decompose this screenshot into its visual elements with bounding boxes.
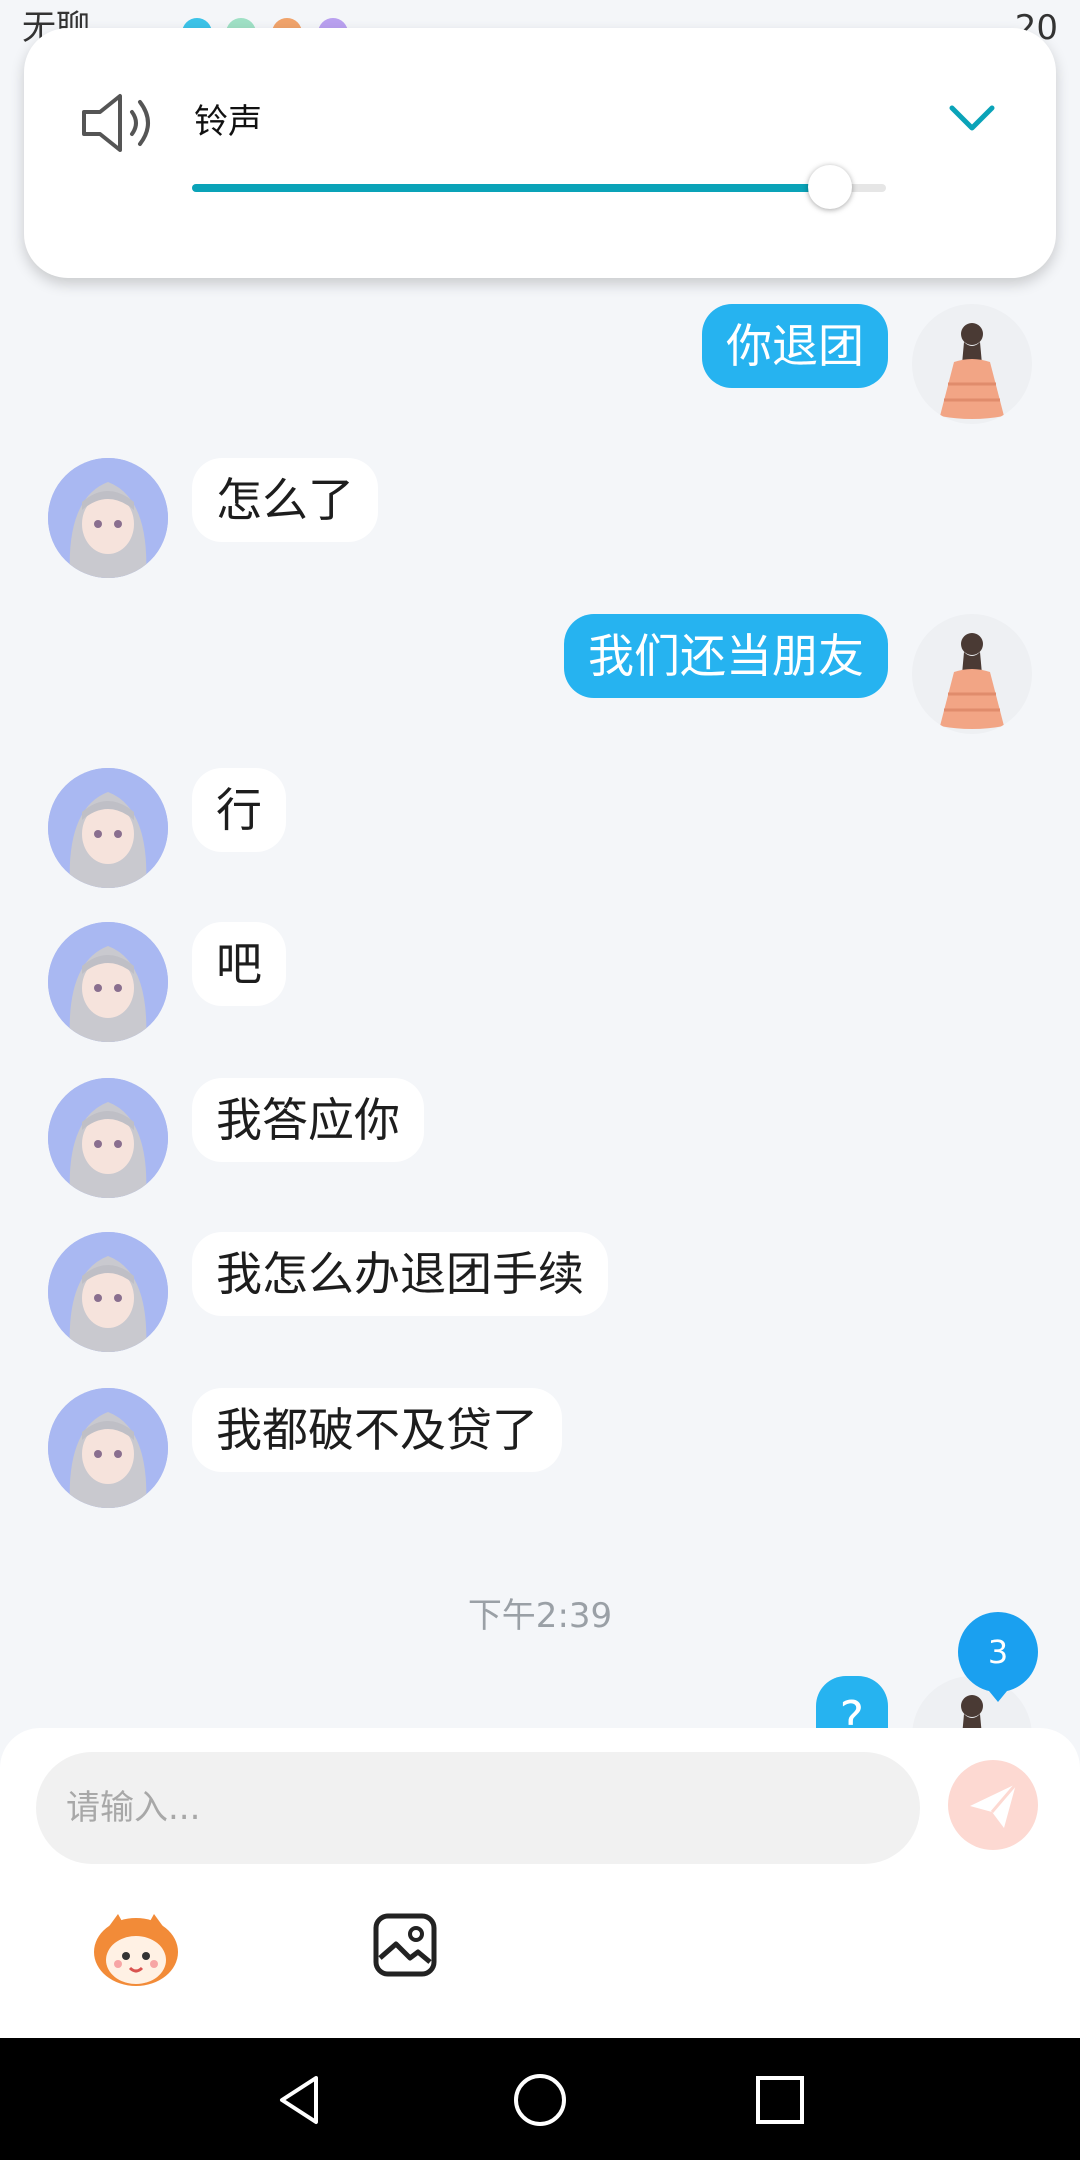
message-timestamp: 下午2:39 (467, 1596, 613, 1636)
volume-slider-thumb[interactable] (808, 165, 853, 209)
image-icon[interactable] (372, 1912, 438, 1978)
send-button[interactable] (948, 1760, 1038, 1850)
self-avatar-icon (940, 323, 1004, 419)
contact-avatar-icon (48, 1388, 168, 1508)
avatar[interactable] (48, 1078, 168, 1198)
avatar[interactable] (48, 922, 168, 1042)
message-bubble-outgoing[interactable]: 你退团 (702, 304, 888, 388)
volume-label: 铃声 (194, 102, 262, 142)
message-bubble-incoming[interactable]: 我都破不及贷了 (192, 1388, 562, 1472)
recents-icon[interactable] (752, 2072, 808, 2128)
contact-avatar-icon (48, 458, 168, 578)
contact-avatar-icon (48, 922, 168, 1042)
message-bubble-incoming[interactable]: 怎么了 (192, 458, 378, 542)
message-bubble-incoming[interactable]: 我答应你 (192, 1078, 424, 1162)
home-icon[interactable] (512, 2072, 568, 2128)
avatar[interactable] (912, 614, 1032, 734)
message-input[interactable] (36, 1752, 920, 1864)
volume-panel: 铃声 (24, 28, 1056, 278)
chevron-down-icon[interactable] (946, 98, 998, 138)
composer (0, 1728, 1080, 2038)
volume-slider-fill (192, 184, 831, 192)
contact-avatar-icon (48, 768, 168, 888)
mascot-emoji-icon[interactable] (88, 1906, 184, 1990)
avatar[interactable] (912, 304, 1032, 424)
self-avatar-icon (940, 633, 1004, 729)
message-bubble-incoming[interactable]: 我怎么办退团手续 (192, 1232, 608, 1316)
avatar[interactable] (48, 458, 168, 578)
speaker-icon[interactable] (76, 88, 166, 158)
message-bubble-outgoing[interactable]: 我们还当朋友 (564, 614, 888, 698)
avatar[interactable] (48, 1232, 168, 1352)
unread-badge-pointer (980, 1680, 1016, 1702)
message-bubble-incoming[interactable]: 吧 (192, 922, 286, 1006)
contact-avatar-icon (48, 1078, 168, 1198)
avatar[interactable] (48, 1388, 168, 1508)
back-icon[interactable] (272, 2072, 328, 2128)
avatar[interactable] (48, 768, 168, 888)
paper-plane-icon (970, 1783, 1018, 1828)
message-bubble-incoming[interactable]: 行 (192, 768, 286, 852)
volume-slider[interactable] (192, 165, 886, 209)
system-nav-bar (0, 2038, 1080, 2160)
contact-avatar-icon (48, 1232, 168, 1352)
